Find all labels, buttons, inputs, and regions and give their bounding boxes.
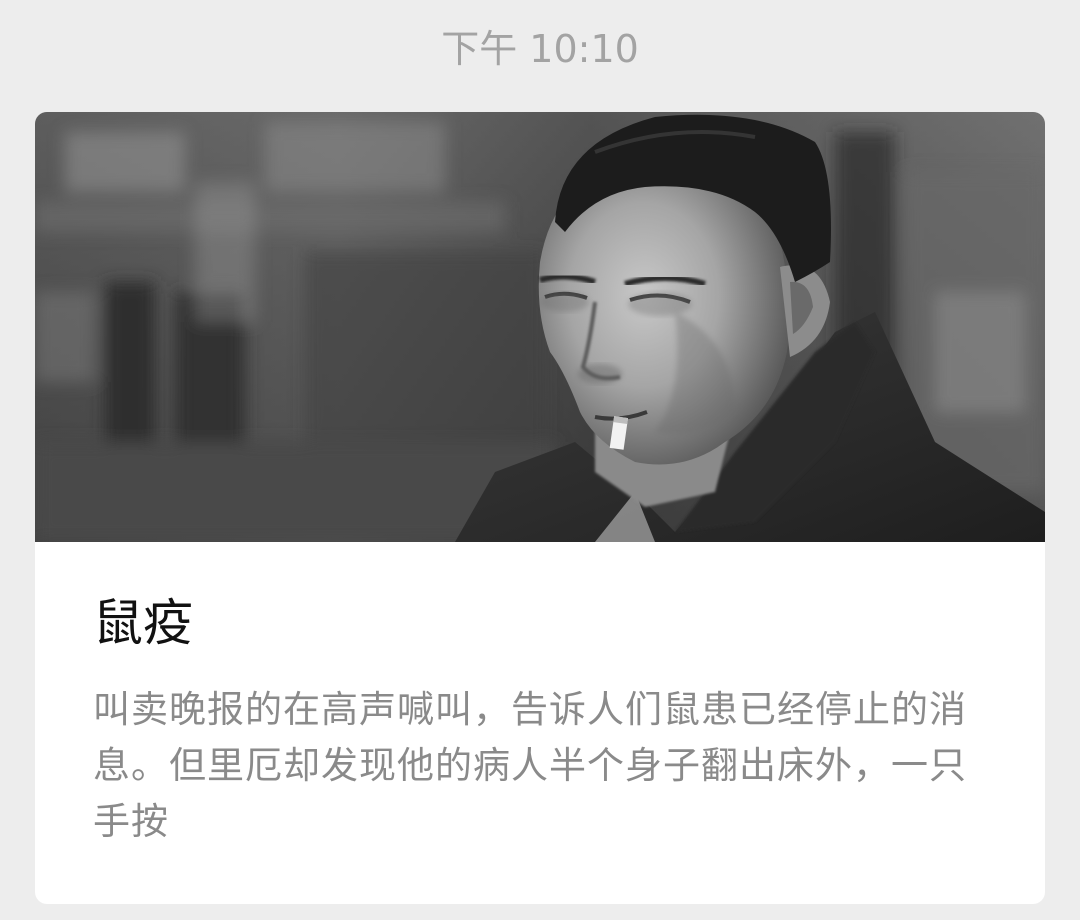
article-cover-image [35, 112, 1045, 542]
article-summary: 叫卖晚报的在高声喊叫，告诉人们鼠患已经停止的消息。但里厄却发现他的病人半个身子翻… [93, 688, 967, 843]
message-timestamp: 下午 10:10 [441, 27, 639, 71]
article-card[interactable]: 鼠疫 叫卖晚报的在高声喊叫，告诉人们鼠患已经停止的消息。但里厄却发现他的病人半个… [35, 112, 1045, 904]
article-title: 鼠疫 [93, 594, 193, 652]
